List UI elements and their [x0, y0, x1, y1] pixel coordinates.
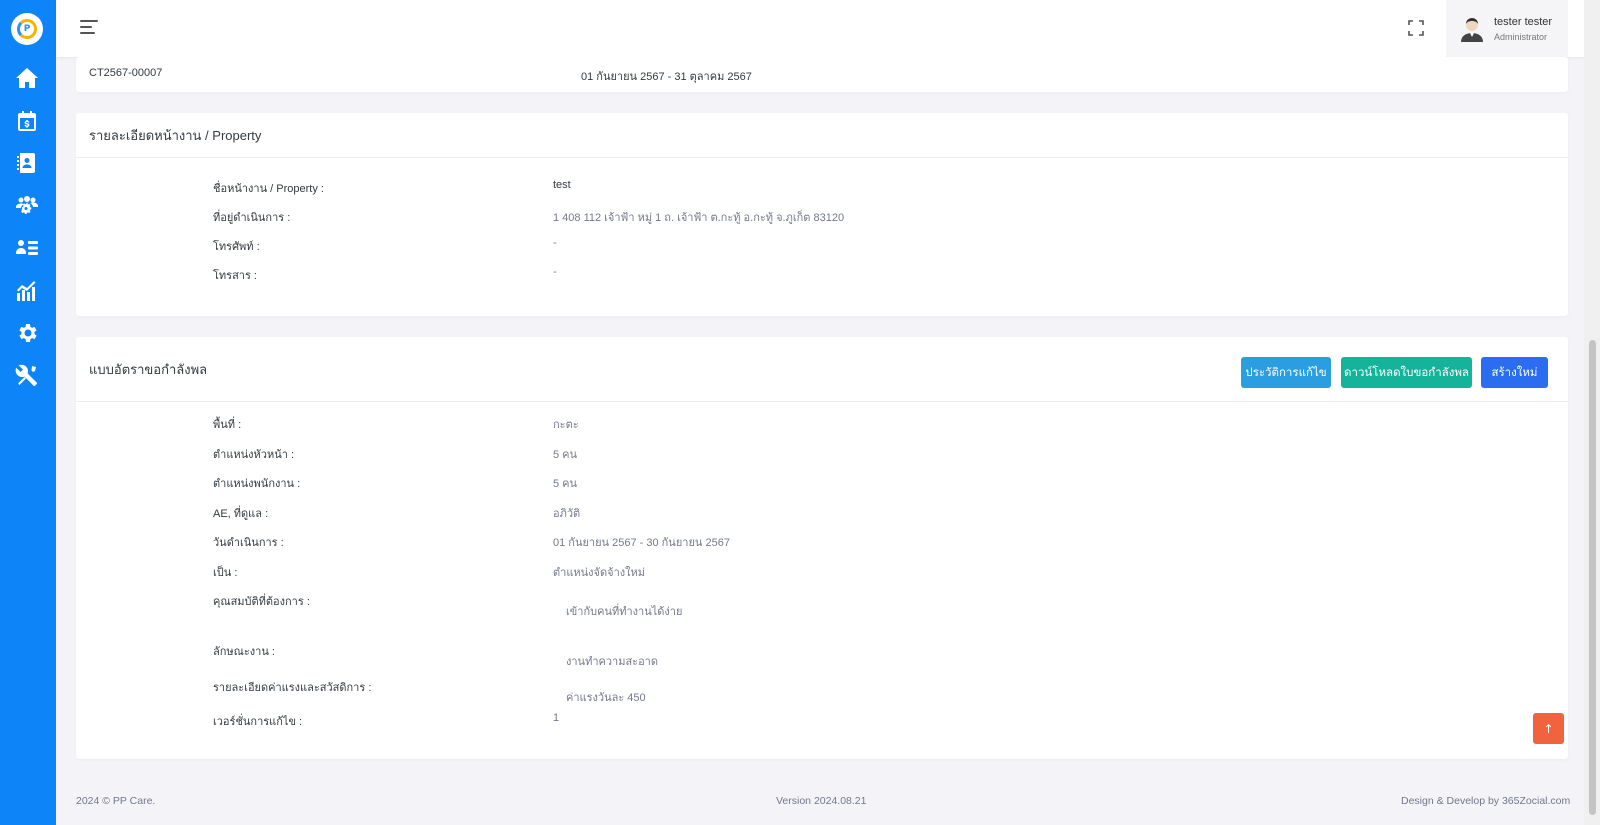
calendar-money-icon[interactable]: [15, 109, 39, 133]
settings-gear-icon[interactable]: [15, 321, 39, 345]
revision-value: 1: [553, 712, 560, 724]
tools-icon[interactable]: [15, 364, 39, 388]
fullscreen-icon[interactable]: [1408, 20, 1424, 36]
revision-label: เวอร์ชั่นการแก้ไข :: [213, 716, 303, 728]
contract-code: CT2567-00007: [89, 67, 163, 79]
topbar: tester tester Administrator: [56, 0, 1600, 57]
type-value: ตำแหน่งจัดจ้างใหม่: [553, 567, 646, 579]
wage-value: ค่าแรงวันละ 450: [566, 692, 646, 704]
supervisor-value: 5 คน: [553, 449, 578, 461]
contact-book-icon[interactable]: [15, 151, 39, 175]
footer-version: Version 2024.08.21: [776, 795, 867, 807]
area-label: พื้นที่ :: [213, 419, 242, 431]
page-scrollbar[interactable]: [1584, 0, 1600, 825]
property-address-label: ที่อยู่ดำเนินการ :: [213, 212, 291, 224]
job-description-label: ลักษณะงาน :: [213, 646, 275, 658]
supervisor-label: ตำแหน่งหัวหน้า :: [213, 449, 295, 461]
user-name: tester tester: [1494, 15, 1553, 28]
area-value: กะตะ: [553, 419, 579, 431]
user-menu[interactable]: tester tester Administrator: [1446, 0, 1568, 57]
team-settings-icon[interactable]: [15, 194, 39, 218]
user-role: Administrator: [1494, 31, 1548, 42]
contract-summary-card: CT2567-00007 01 กันยายน 2567 - 31 ตุลาคม…: [76, 57, 1568, 92]
user-list-icon[interactable]: [15, 236, 39, 260]
ae-label: AE, ที่ดูแล :: [213, 508, 269, 520]
wage-label: รายละเอียดค่าแรงและสวัสดิการ :: [213, 682, 372, 694]
property-name-value: test: [553, 179, 571, 191]
operation-date-label: วันดำเนินการ :: [213, 537, 284, 549]
analytics-chart-icon[interactable]: [15, 279, 39, 303]
edit-history-button[interactable]: ประวัติการแก้ไข: [1241, 357, 1331, 388]
qualifications-label: คุณสมบัติที่ต้องการ :: [213, 596, 310, 608]
job-description-value: งานทำความสะอาด: [566, 656, 659, 668]
type-label: เป็น :: [213, 567, 238, 579]
property-fax-value: -: [553, 266, 557, 278]
ae-value: อภิวัติ: [553, 508, 581, 520]
sidebar: P: [0, 0, 56, 825]
staff-label: ตำแหน่งพนักงาน :: [213, 478, 301, 490]
footer-credit: Design & Develop by 365Zocial.com: [1401, 795, 1571, 807]
arrow-up-icon: ↑: [1543, 721, 1554, 736]
request-title: แบบอัตราขอกำลังพล: [89, 361, 208, 377]
contract-period: 01 กันยายน 2567 - 31 ตุลาคม 2567: [581, 71, 752, 83]
scroll-to-top-button[interactable]: ↑: [1533, 713, 1564, 744]
footer: 2024 © PP Care. Version 2024.08.21 Desig…: [56, 778, 1584, 825]
qualifications-value: เข้ากับคนที่ทำงานได้ง่าย: [566, 606, 683, 618]
home-icon[interactable]: [15, 66, 39, 90]
menu-toggle-icon[interactable]: [80, 20, 98, 36]
property-title: รายละเอียดหน้างาน / Property: [89, 127, 262, 143]
property-phone-value: -: [553, 237, 557, 249]
staff-value: 5 คน: [553, 478, 578, 490]
manpower-request-card: แบบอัตราขอกำลังพล ประวัติการแก้ไข ดาวน์โ…: [76, 337, 1568, 759]
property-fax-label: โทรสาร :: [213, 270, 257, 282]
footer-copyright: 2024 © PP Care.: [76, 795, 156, 807]
property-phone-label: โทรศัพท์ :: [213, 241, 260, 253]
avatar: [1461, 17, 1483, 42]
property-card: รายละเอียดหน้างาน / Property ชื่อหน้างาน…: [76, 113, 1568, 316]
property-address-value: 1 408 112 เจ้าฟ้า หมู่ 1 ถ. เจ้าฟ้า ต.กะ…: [553, 212, 845, 224]
create-new-button[interactable]: สร้างใหม่: [1481, 357, 1548, 388]
download-request-button[interactable]: ดาวน์โหลดใบขอกำลังพล: [1341, 357, 1472, 388]
scrollbar-thumb[interactable]: [1589, 340, 1596, 815]
property-name-label: ชื่อหน้างาน / Property :: [213, 183, 324, 195]
app-logo[interactable]: P: [11, 13, 43, 45]
operation-date-value: 01 กันยายน 2567 - 30 กันยายน 2567: [553, 537, 730, 549]
